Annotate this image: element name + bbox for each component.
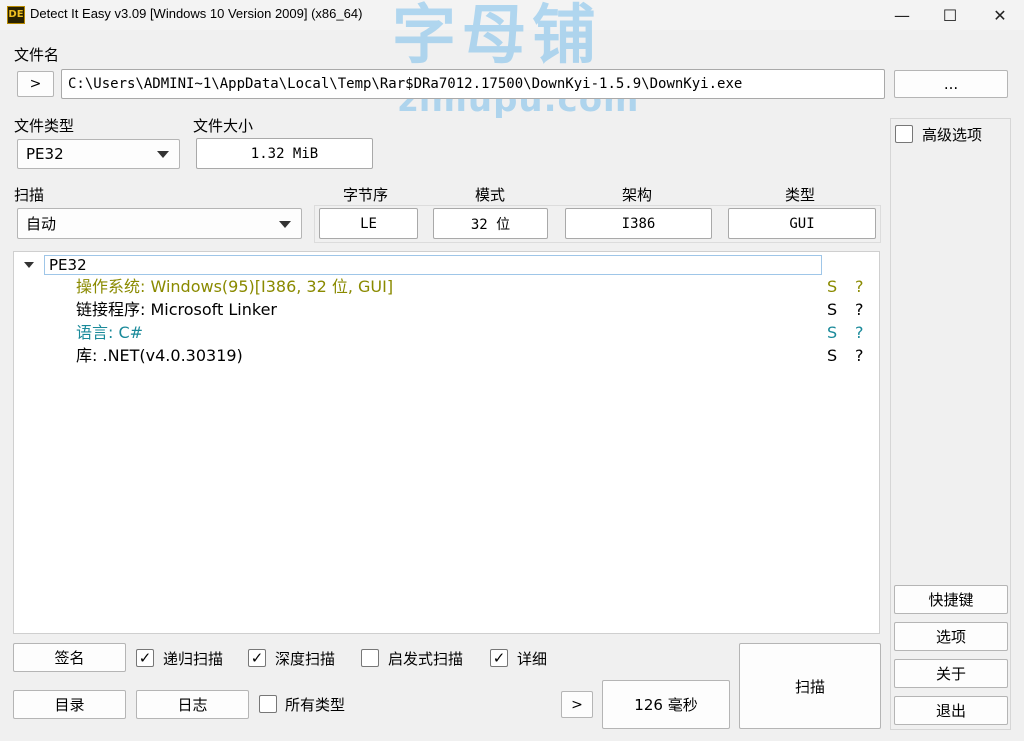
tree-row[interactable]: 链接程序: Microsoft Linker S?: [76, 299, 866, 321]
deep-scan-checkbox[interactable]: ✓: [248, 649, 266, 667]
chevron-down-icon: [279, 220, 291, 228]
endian-label: 字节序: [343, 186, 389, 204]
shortcuts-button[interactable]: 快捷键: [894, 585, 1008, 614]
about-button[interactable]: 关于: [894, 659, 1008, 688]
mode-field: 32 位: [433, 208, 548, 239]
close-button[interactable]: ✕: [976, 0, 1024, 30]
tree-root[interactable]: PE32: [44, 255, 822, 275]
type-label: 类型: [785, 186, 816, 204]
maximize-button[interactable]: ☐: [926, 0, 974, 30]
unknown-flag: ?: [855, 300, 864, 319]
arch-label: 架构: [622, 186, 653, 204]
unknown-flag: ?: [855, 277, 864, 296]
signature-flag: S: [827, 300, 838, 319]
all-types-checkbox[interactable]: [259, 695, 277, 713]
options-button[interactable]: 选项: [894, 622, 1008, 651]
recursive-checkbox[interactable]: ✓: [136, 649, 154, 667]
scan-mode-value: 自动: [26, 215, 57, 233]
filesize-field: 1.32 MiB: [196, 138, 373, 169]
recursive-label: 递归扫描: [163, 650, 224, 668]
unknown-flag: ?: [855, 323, 864, 342]
tree-row-text: 语言: C#: [76, 323, 144, 342]
scan-mode-combo[interactable]: 自动: [17, 208, 302, 239]
expand-button[interactable]: >: [17, 71, 54, 97]
exit-button[interactable]: 退出: [894, 696, 1008, 725]
filetype-combo[interactable]: PE32: [17, 139, 180, 169]
app-icon: DE: [7, 6, 25, 24]
chevron-down-icon[interactable]: [24, 262, 34, 268]
filename-label: 文件名: [14, 46, 60, 64]
tree-row[interactable]: 操作系统: Windows(95)[I386, 32 位, GUI] S?: [76, 276, 866, 298]
directory-button[interactable]: 目录: [13, 690, 126, 719]
tree-row[interactable]: 语言: C# S?: [76, 322, 866, 344]
verbose-checkbox[interactable]: ✓: [490, 649, 508, 667]
filetype-value: PE32: [26, 145, 64, 163]
filetype-label: 文件类型: [14, 117, 75, 135]
tree-row-text: 库: .NET(v4.0.30319): [76, 346, 243, 365]
watermark-logo: 字母铺: [392, 0, 602, 73]
endian-field: LE: [319, 208, 418, 239]
unknown-flag: ?: [855, 346, 864, 365]
heuristic-label: 启发式扫描: [388, 650, 464, 668]
arch-field: I386: [565, 208, 712, 239]
all-types-label: 所有类型: [285, 696, 346, 714]
log-button[interactable]: 日志: [136, 690, 249, 719]
signature-flag: S: [827, 323, 838, 342]
tree-row-text: 链接程序: Microsoft Linker: [76, 300, 277, 319]
tree-row[interactable]: 库: .NET(v4.0.30319) S?: [76, 345, 866, 367]
tree-row-text: 操作系统: Windows(95)[I386, 32 位, GUI]: [76, 277, 394, 296]
signature-button[interactable]: 签名: [13, 643, 126, 672]
advanced-checkbox[interactable]: [895, 125, 913, 143]
result-tree[interactable]: PE32 操作系统: Windows(95)[I386, 32 位, GUI] S…: [13, 251, 880, 634]
minimize-button[interactable]: —: [878, 0, 926, 30]
scan-button[interactable]: 扫描: [739, 643, 881, 729]
scan-label: 扫描: [14, 186, 45, 204]
browse-button[interactable]: ...: [894, 70, 1008, 98]
heuristic-checkbox[interactable]: [361, 649, 379, 667]
deep-scan-label: 深度扫描: [275, 650, 336, 668]
next-button[interactable]: >: [561, 691, 593, 718]
window-title: Detect It Easy v3.09 [Windows 10 Version…: [30, 6, 363, 21]
type-field: GUI: [728, 208, 876, 239]
file-path-field[interactable]: C:\Users\ADMINI~1\AppData\Local\Temp\Rar…: [61, 69, 885, 99]
verbose-label: 详细: [517, 650, 548, 668]
chevron-down-icon: [157, 151, 169, 158]
advanced-label: 高级选项: [922, 126, 983, 144]
signature-flag: S: [827, 346, 838, 365]
scan-time-button[interactable]: 126 毫秒: [602, 680, 730, 729]
signature-flag: S: [827, 277, 838, 296]
mode-label: 模式: [475, 186, 506, 204]
filesize-label: 文件大小: [193, 117, 254, 135]
